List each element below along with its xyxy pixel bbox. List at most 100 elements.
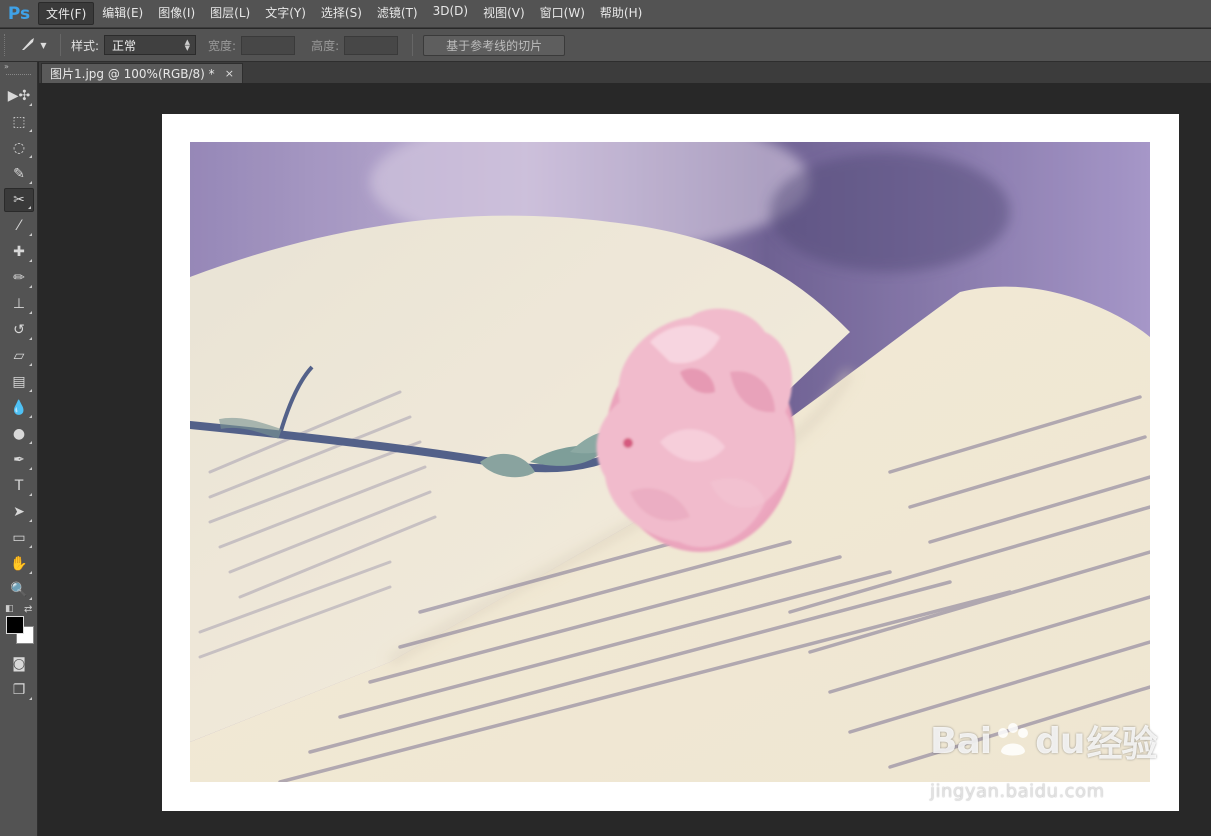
- brush-tool-button[interactable]: ✏: [4, 266, 34, 290]
- separator: [60, 34, 61, 56]
- foreground-color[interactable]: [6, 616, 24, 634]
- path-select-tool-button[interactable]: ➤: [4, 500, 34, 524]
- menu-item-9[interactable]: 窗口(W): [533, 2, 592, 25]
- slice-tool-preset-icon: [21, 37, 37, 54]
- screen-mode-button[interactable]: ❐: [4, 678, 34, 702]
- zoom-tool-button[interactable]: 🔍: [4, 578, 34, 602]
- marquee-tool-button[interactable]: ⬚: [4, 110, 34, 134]
- gradient-tool-icon: ▤: [12, 374, 26, 390]
- quick-mask-button[interactable]: ◙: [4, 652, 34, 676]
- healing-brush-tool-icon: ✚: [13, 244, 25, 260]
- flyout-indicator: [29, 285, 32, 288]
- move-tool-icon: ▶✣: [7, 88, 31, 104]
- path-select-tool-icon: ➤: [13, 504, 25, 520]
- close-icon[interactable]: ×: [225, 67, 234, 80]
- flyout-indicator: [29, 181, 32, 184]
- panel-collapse-icon[interactable]: »: [0, 62, 37, 74]
- tool-list: ▶✣ ⬚ ◌ ✎ ✂ ⁄ ✚ ✏ ⊥ ↺ ▱ ▤ 💧 ● ✒ T ➤ ▭ ✋ 🔍: [0, 84, 37, 602]
- slice-tool-button[interactable]: ✂: [4, 188, 34, 212]
- hand-tool-button[interactable]: ✋: [4, 552, 34, 576]
- panel-grip[interactable]: [6, 74, 31, 80]
- gradient-tool-button[interactable]: ▤: [4, 370, 34, 394]
- lasso-tool-button[interactable]: ◌: [4, 136, 34, 160]
- document-canvas[interactable]: [162, 114, 1179, 811]
- quick-select-tool-button[interactable]: ✎: [4, 162, 34, 186]
- chevron-down-icon: ▼: [40, 40, 47, 50]
- height-field[interactable]: [344, 35, 399, 55]
- default-colors-icon[interactable]: ◧: [5, 604, 14, 614]
- flyout-indicator: [29, 311, 32, 314]
- screen-mode-icon: ❐: [12, 682, 26, 698]
- document-tab[interactable]: 图片1.jpg @ 100%(RGB/8) * ×: [41, 63, 243, 83]
- flyout-indicator: [29, 519, 32, 522]
- color-swatches: ◧ ⇄: [2, 604, 38, 652]
- flyout-indicator: [29, 389, 32, 392]
- style-select[interactable]: 正常 ▲ ▼: [104, 35, 197, 55]
- separator: [412, 34, 414, 56]
- menu-item-4[interactable]: 文字(Y): [258, 2, 313, 25]
- menu-item-3[interactable]: 图层(L): [203, 2, 257, 25]
- quick-select-tool-icon: ✎: [13, 166, 25, 182]
- style-label: 样式:: [71, 38, 100, 53]
- menu-item-5[interactable]: 选择(S): [314, 2, 369, 25]
- history-brush-tool-button[interactable]: ↺: [4, 318, 34, 342]
- brush-tool-icon: ✏: [13, 270, 25, 286]
- width-field[interactable]: [241, 35, 296, 55]
- menu-item-6[interactable]: 滤镜(T): [370, 2, 425, 25]
- menu-item-10[interactable]: 帮助(H): [593, 2, 649, 25]
- options-grip[interactable]: [4, 34, 14, 56]
- menu-item-1[interactable]: 编辑(E): [95, 2, 150, 25]
- move-tool-button[interactable]: ▶✣: [4, 84, 34, 108]
- dodge-tool-button[interactable]: ●: [4, 422, 34, 446]
- document-tab-title: 图片1.jpg @ 100%(RGB/8) *: [50, 67, 215, 81]
- flyout-indicator: [29, 571, 32, 574]
- tool-preset-picker[interactable]: ▼: [14, 33, 54, 57]
- tools-panel: » ▶✣ ⬚ ◌ ✎ ✂ ⁄ ✚ ✏ ⊥ ↺ ▱ ▤ 💧 ● ✒ T ➤ ▭ ✋ 🔍 ◧ ⇄ ◙ ❐: [0, 62, 38, 836]
- type-tool-icon: T: [14, 478, 24, 494]
- height-label: 高度:: [311, 38, 340, 53]
- eraser-tool-button[interactable]: ▱: [4, 344, 34, 368]
- flyout-indicator: [29, 597, 32, 600]
- options-bar: ▼ 样式: 正常 ▲ ▼ 宽度: 高度: 基于参考线的切片: [0, 29, 1211, 62]
- menu-item-2[interactable]: 图像(I): [151, 2, 202, 25]
- slice-tool-icon: ✂: [13, 192, 25, 208]
- style-select-value: 正常: [112, 38, 137, 53]
- flyout-indicator: [28, 206, 31, 209]
- flyout-indicator: [29, 233, 32, 236]
- quick-mask-icon: ◙: [12, 656, 26, 672]
- menu-item-7[interactable]: 3D(D): [426, 2, 475, 25]
- eyedropper-tool-button[interactable]: ⁄: [4, 214, 34, 238]
- flyout-indicator: [29, 415, 32, 418]
- flyout-indicator: [29, 697, 32, 700]
- document-tab-bar: 图片1.jpg @ 100%(RGB/8) * ×: [39, 62, 1211, 83]
- blur-tool-button[interactable]: 💧: [4, 396, 34, 420]
- eraser-tool-icon: ▱: [13, 348, 25, 364]
- zoom-tool-icon: 🔍: [10, 582, 28, 598]
- marquee-tool-icon: ⬚: [12, 114, 26, 130]
- flyout-indicator: [29, 545, 32, 548]
- history-brush-tool-icon: ↺: [13, 322, 25, 338]
- select-arrows-icon: ▲ ▼: [184, 38, 191, 52]
- blur-tool-icon: 💧: [10, 400, 28, 416]
- rectangle-tool-icon: ▭: [12, 530, 26, 546]
- swap-colors-icon[interactable]: ⇄: [24, 604, 32, 615]
- healing-brush-tool-button[interactable]: ✚: [4, 240, 34, 264]
- pen-tool-button[interactable]: ✒: [4, 448, 34, 472]
- flyout-indicator: [29, 129, 32, 132]
- menu-item-8[interactable]: 视图(V): [476, 2, 532, 25]
- flyout-indicator: [29, 441, 32, 444]
- canvas-workspace[interactable]: [39, 83, 1211, 836]
- clone-stamp-tool-button[interactable]: ⊥: [4, 292, 34, 316]
- slices-from-guides-button[interactable]: 基于参考线的切片: [423, 34, 566, 56]
- flyout-indicator: [29, 337, 32, 340]
- rectangle-tool-button[interactable]: ▭: [4, 526, 34, 550]
- menu-items: 文件(F) 编辑(E) 图像(I) 图层(L) 文字(Y) 选择(S) 滤镜(T) 3D(D)…: [38, 2, 650, 25]
- hand-tool-icon: ✋: [10, 556, 28, 572]
- flyout-indicator: [29, 259, 32, 262]
- type-tool-button[interactable]: T: [4, 474, 34, 498]
- menu-item-0[interactable]: 文件(F): [38, 2, 95, 25]
- canvas-image[interactable]: [190, 142, 1150, 782]
- width-label: 宽度:: [208, 38, 237, 53]
- flyout-indicator: [29, 467, 32, 470]
- flower-on-book-image: [190, 142, 1150, 782]
